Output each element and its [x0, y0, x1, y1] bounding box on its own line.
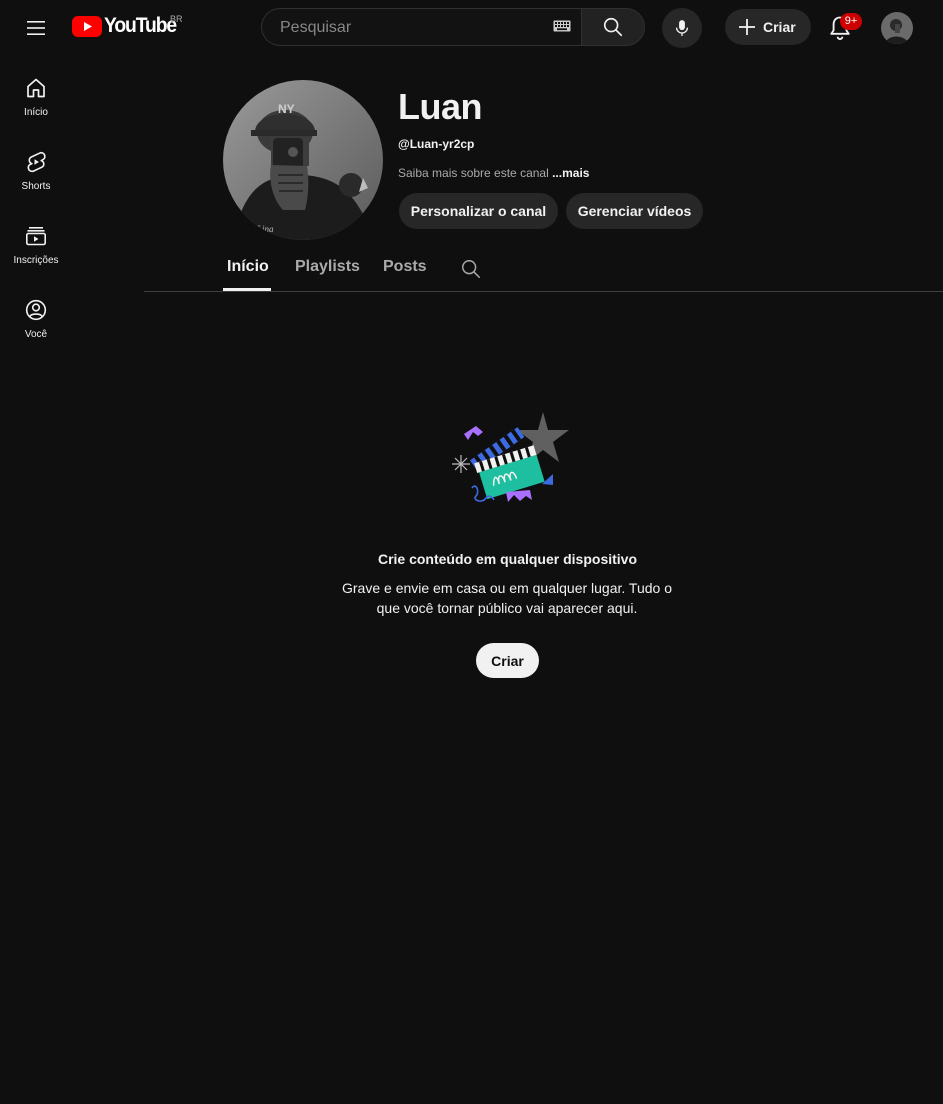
notification-badge: 9+	[840, 13, 862, 30]
channel-about-more[interactable]: ...mais	[552, 166, 589, 180]
account-avatar-photo	[881, 12, 913, 44]
manage-videos-button[interactable]: Gerenciar vídeos	[566, 193, 703, 229]
tab-posts[interactable]: Posts	[383, 258, 427, 276]
voice-search-button[interactable]	[662, 8, 702, 48]
sidebar-item-label: Shorts	[21, 181, 51, 192]
youtube-play-icon	[72, 15, 102, 37]
empty-state-description: Grave e envie em casa ou em qualquer lug…	[342, 580, 672, 616]
tabs-divider	[144, 291, 943, 292]
create-content-illustration	[452, 412, 569, 502]
sidebar-item-you[interactable]: Você	[4, 278, 68, 348]
empty-state-create-button[interactable]: Criar	[476, 643, 539, 678]
keyboard-icon[interactable]	[553, 20, 571, 32]
country-code: BR	[170, 14, 183, 24]
sidebar-item-label: Inscrições	[13, 255, 59, 266]
account-avatar[interactable]	[881, 12, 913, 44]
guide-menu-button[interactable]	[20, 12, 52, 44]
avatar-caption: Lina	[256, 224, 274, 234]
microphone-icon	[675, 20, 689, 36]
search-icon	[603, 17, 623, 37]
channel-avatar[interactable]: NY Lina	[223, 80, 383, 240]
masthead: YouTube BR Criar	[0, 0, 943, 56]
sidebar-item-subscriptions[interactable]: Inscrições	[4, 204, 68, 274]
tab-home[interactable]: Início	[227, 258, 269, 276]
search-button[interactable]	[581, 8, 645, 46]
svg-text:NY: NY	[278, 102, 295, 116]
create-button[interactable]: Criar	[725, 9, 811, 45]
plus-icon	[739, 19, 755, 35]
hamburger-menu-icon	[27, 21, 45, 35]
customize-channel-button[interactable]: Personalizar o canal	[399, 193, 558, 229]
search-input[interactable]	[278, 9, 542, 47]
channel-search-icon[interactable]	[460, 258, 482, 280]
youtube-logo[interactable]: YouTube	[72, 14, 182, 38]
you-icon	[25, 299, 47, 321]
sidebar-item-shorts[interactable]: Shorts	[4, 130, 68, 200]
sidebar-item-label: Início	[24, 107, 48, 118]
subscriptions-icon	[25, 226, 46, 246]
home-icon	[27, 78, 45, 98]
channel-about-text: Saiba mais sobre este canal	[398, 166, 549, 180]
sidebar-item-home[interactable]: Início	[4, 56, 68, 126]
channel-name: Luan	[398, 86, 483, 127]
channel-handle: @Luan-yr2cp	[398, 137, 475, 151]
channel-avatar-photo: NY Lina	[223, 80, 383, 240]
sidebar-item-label: Você	[24, 329, 48, 340]
shorts-icon	[27, 151, 46, 173]
tab-playlists[interactable]: Playlists	[295, 258, 360, 276]
search-box	[261, 8, 581, 47]
empty-state-title: Crie conteúdo em qualquer dispositivo	[377, 551, 638, 567]
channel-about-link[interactable]: Saiba mais sobre este canal ...mais	[398, 166, 589, 180]
logo-wordmark: YouTube	[104, 14, 177, 37]
create-button-label: Criar	[763, 19, 796, 35]
